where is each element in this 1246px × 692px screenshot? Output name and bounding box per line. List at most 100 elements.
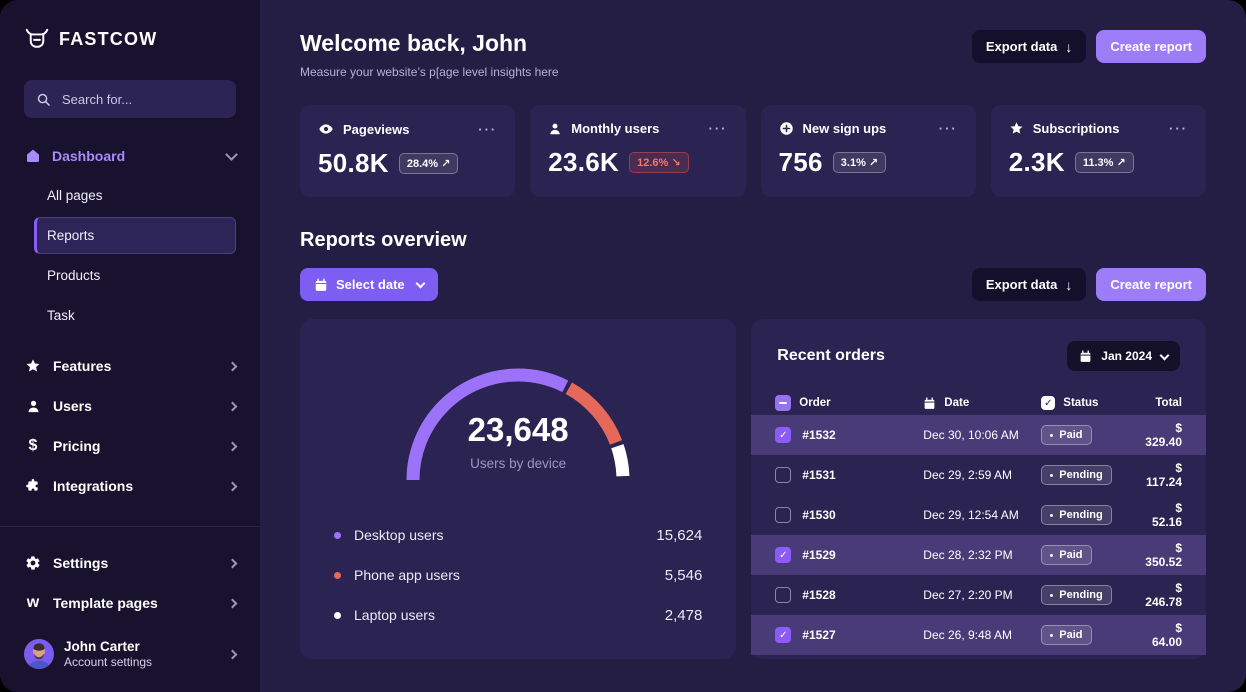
order-row[interactable]: #1528 Dec 27, 2:20 PM Pending $ 246.78: [751, 575, 1206, 615]
select-date-button[interactable]: Select date: [300, 268, 438, 301]
sidebar: FASTCOW Dashboard All pages: [0, 0, 260, 692]
status-checkbox-icon: [1041, 396, 1055, 410]
order-date: Dec 29, 2:59 AM: [923, 468, 1041, 482]
brand-logo[interactable]: FASTCOW: [24, 26, 236, 52]
order-id: #1531: [802, 468, 835, 482]
gear-icon: [24, 555, 42, 571]
star-icon: [1009, 121, 1024, 136]
calendar-icon: [1079, 350, 1092, 363]
stat-card-monthly-users: Monthly users ··· 23.6K 12.6% ↘: [530, 105, 745, 197]
sidebar-item-reports[interactable]: Reports: [34, 217, 236, 254]
more-options-button[interactable]: ···: [939, 121, 958, 136]
delta-badge: 12.6% ↘: [629, 152, 688, 173]
download-icon: ↓: [1065, 39, 1072, 55]
status-badge: Pending: [1041, 505, 1111, 525]
export-data-button[interactable]: Export data ↓: [972, 268, 1087, 301]
delta-badge: 28.4% ↗: [399, 153, 458, 174]
sidebar-item-features[interactable]: Features: [24, 346, 236, 386]
sidebar-item-all-pages[interactable]: All pages: [34, 177, 236, 214]
row-checkbox[interactable]: [775, 547, 791, 563]
dashboard-subnav: All pages Reports Products Task: [24, 174, 236, 334]
more-options-button[interactable]: ···: [1169, 121, 1188, 136]
stat-value: 2.3K: [1009, 147, 1065, 178]
more-options-button[interactable]: ···: [478, 122, 497, 137]
create-report-button[interactable]: Create report: [1096, 268, 1206, 301]
recent-orders-panel: Recent orders Jan 2024 Order: [751, 319, 1206, 659]
trend-arrow-icon: ↘: [671, 157, 680, 169]
home-icon: [24, 148, 42, 164]
sidebar-item-dashboard[interactable]: Dashboard: [24, 148, 236, 164]
page-subtitle: Measure your website’s p[age level insig…: [300, 65, 559, 79]
row-checkbox[interactable]: [775, 587, 791, 603]
order-total: $ 350.52: [1145, 541, 1182, 569]
legend-dot: [334, 612, 341, 619]
account-name: John Carter: [64, 638, 152, 655]
sidebar-item-template-pages[interactable]: w Template pages: [24, 583, 236, 623]
row-checkbox[interactable]: [775, 627, 791, 643]
users-by-device-chart: 23,648 Users by device Desktop users 15,…: [300, 319, 736, 659]
gauge-total: 23,648: [398, 411, 638, 449]
chevron-right-icon: [228, 441, 238, 451]
order-date: Dec 27, 2:20 PM: [923, 588, 1041, 602]
puzzle-icon: [24, 478, 42, 494]
eye-icon: [318, 121, 334, 137]
order-total: $ 64.00: [1145, 621, 1182, 649]
stat-label: Monthly users: [571, 121, 659, 136]
legend-dot: [334, 532, 341, 539]
calendar-icon: [314, 278, 328, 292]
trend-arrow-icon: ↗: [1117, 157, 1126, 169]
create-report-button[interactable]: Create report: [1096, 30, 1206, 63]
order-row[interactable]: #1529 Dec 28, 2:32 PM Paid $ 350.52: [751, 535, 1206, 575]
month-select-button[interactable]: Jan 2024: [1067, 341, 1180, 371]
chevron-right-icon: [228, 558, 238, 568]
select-all-checkbox[interactable]: [775, 395, 791, 411]
order-id: #1527: [802, 628, 835, 642]
avatar: [24, 639, 54, 669]
user-icon: [24, 399, 42, 414]
order-date: Dec 28, 2:32 PM: [923, 548, 1041, 562]
chevron-right-icon: [228, 361, 238, 371]
row-checkbox[interactable]: [775, 427, 791, 443]
sidebar-item-task[interactable]: Task: [34, 297, 236, 334]
more-options-button[interactable]: ···: [709, 121, 728, 136]
stat-value: 23.6K: [548, 147, 619, 178]
order-date: Dec 29, 12:54 AM: [923, 508, 1041, 522]
main-content: Welcome back, John Measure your website’…: [260, 0, 1246, 692]
gauge-title: Users by device: [398, 456, 638, 471]
delta-badge: 3.1% ↗: [833, 152, 886, 173]
row-checkbox[interactable]: [775, 507, 791, 523]
order-date: Dec 30, 10:06 AM: [923, 428, 1041, 442]
search-box[interactable]: [24, 80, 236, 118]
export-data-button[interactable]: Export data ↓: [972, 30, 1087, 63]
sidebar-item-users[interactable]: Users: [24, 386, 236, 426]
webflow-icon: w: [24, 594, 42, 612]
download-icon: ↓: [1065, 277, 1072, 293]
section-title: Reports overview: [300, 229, 1206, 252]
order-row[interactable]: #1531 Dec 29, 2:59 AM Pending $ 117.24: [751, 455, 1206, 495]
search-icon: [36, 92, 51, 107]
trend-arrow-icon: ↗: [869, 157, 878, 169]
user-icon: [548, 122, 562, 136]
order-total: $ 52.16: [1145, 501, 1182, 529]
chevron-right-icon: [228, 401, 238, 411]
trend-arrow-icon: ↗: [441, 158, 450, 170]
legend-dot: [334, 572, 341, 579]
chevron-down-icon: [225, 148, 238, 161]
sidebar-item-pricing[interactable]: $ Pricing: [24, 426, 236, 466]
stat-label: Pageviews: [343, 122, 410, 137]
account-settings[interactable]: John Carter Account settings: [24, 638, 236, 670]
order-date: Dec 26, 9:48 AM: [923, 628, 1041, 642]
row-checkbox[interactable]: [775, 467, 791, 483]
legend-item-desktop: Desktop users 15,624: [334, 515, 702, 555]
order-row[interactable]: #1532 Dec 30, 10:06 AM Paid $ 329.40: [751, 415, 1206, 455]
chevron-right-icon: [228, 481, 238, 491]
status-badge: Pending: [1041, 465, 1111, 485]
search-input[interactable]: [60, 91, 224, 108]
chevron-right-icon: [228, 649, 238, 659]
order-row[interactable]: #1527 Dec 26, 9:48 AM Paid $ 64.00: [751, 615, 1206, 655]
sidebar-item-products[interactable]: Products: [34, 257, 236, 294]
chevron-right-icon: [228, 598, 238, 608]
sidebar-item-settings[interactable]: Settings: [24, 543, 236, 583]
sidebar-item-integrations[interactable]: Integrations: [24, 466, 236, 506]
order-row[interactable]: #1530 Dec 29, 12:54 AM Pending $ 52.16: [751, 495, 1206, 535]
